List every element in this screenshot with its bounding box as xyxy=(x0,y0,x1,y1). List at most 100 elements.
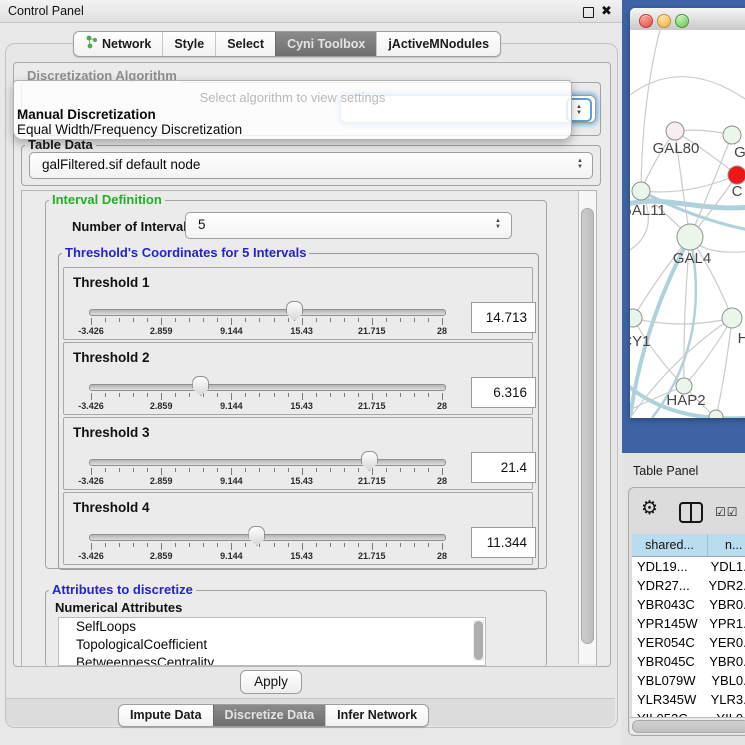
slider-tick xyxy=(133,318,134,322)
slider-tick-label: 21.715 xyxy=(358,401,386,411)
scrollbar-thumb[interactable] xyxy=(632,720,745,733)
table-row[interactable]: YDL19...YDL1... xyxy=(632,557,745,576)
slider-tick-label: 2.859 xyxy=(150,476,173,486)
scrollbar-thumb[interactable] xyxy=(474,621,483,660)
right-region: GAL80GACGAL11GAL4GCY1HAHAP2 Table Panel … xyxy=(622,0,745,745)
table-row[interactable]: YIL052CYIL0... xyxy=(632,709,745,717)
slider-tick xyxy=(189,318,190,322)
network-node[interactable] xyxy=(666,122,684,140)
threshold-value-field[interactable]: 6.316 xyxy=(471,377,536,408)
slider-thumb[interactable] xyxy=(286,301,303,321)
threshold-value-field[interactable]: 14.713 xyxy=(471,302,536,333)
checkbox-icons[interactable]: ☑☑ xyxy=(715,505,739,519)
slider-thumb[interactable] xyxy=(248,526,265,546)
slider-tick xyxy=(175,393,176,397)
slider-tick xyxy=(203,543,204,547)
threshold-value-field[interactable]: 11.344 xyxy=(471,527,536,558)
slider-thumb[interactable] xyxy=(192,376,209,396)
table-data-combobox[interactable]: galFiltered.sif default node ▲▼ xyxy=(29,152,593,179)
node-table: shared... n... YDL19...YDL1...YDR27...YD… xyxy=(632,534,745,717)
slider-tick xyxy=(414,393,415,397)
table-row[interactable]: YLR345WYLR3... xyxy=(632,690,745,709)
tab-style[interactable]: Style xyxy=(162,32,215,56)
slider-tick xyxy=(119,543,120,547)
network-window-titlebar[interactable] xyxy=(630,8,745,31)
slider-tick xyxy=(372,543,373,550)
slider-track[interactable] xyxy=(89,534,446,541)
tab-cyni-toolbox[interactable]: Cyni Toolbox xyxy=(275,32,376,56)
slider-tick-label: 28 xyxy=(437,551,447,561)
table-row[interactable]: YER054CYER0... xyxy=(632,633,745,652)
network-canvas[interactable]: GAL80GACGAL11GAL4GCY1HAHAP2 xyxy=(630,30,745,418)
slider-track[interactable] xyxy=(89,384,446,391)
table-row[interactable]: YPR145WYPR1... xyxy=(632,614,745,633)
slider-tick xyxy=(175,468,176,472)
list-vertical-scrollbar[interactable] xyxy=(473,620,484,661)
apply-button[interactable]: Apply xyxy=(240,670,302,694)
tab-discretize-data[interactable]: Discretize Data xyxy=(213,705,326,726)
cell-shared-name: YIL052C xyxy=(632,709,707,717)
slider-track[interactable] xyxy=(89,459,446,466)
network-node[interactable] xyxy=(722,308,742,328)
numerical-attributes-list[interactable]: SelfLoopsTopologicalCoefficientBetweenne… xyxy=(58,617,486,666)
slider-tick xyxy=(330,543,331,547)
slider-tick xyxy=(316,393,317,397)
settings-vertical-scrollbar[interactable] xyxy=(578,191,596,664)
tab-impute-data[interactable]: Impute Data xyxy=(119,705,213,726)
cell-name: YDL1... xyxy=(702,557,745,576)
close-icon[interactable]: ✖ xyxy=(601,3,612,19)
attribute-list-item[interactable]: BetweennessCentrality xyxy=(59,654,485,666)
network-node[interactable] xyxy=(677,224,703,250)
slider-tick xyxy=(344,543,345,547)
zoom-traffic-light-icon[interactable] xyxy=(675,14,689,28)
network-node-label: GAL80 xyxy=(653,140,700,157)
slider-tick-label: 15.43 xyxy=(290,476,313,486)
float-window-icon[interactable] xyxy=(583,7,594,18)
table-row[interactable]: YDR27...YDR2... xyxy=(632,576,745,595)
slider-tick xyxy=(414,468,415,472)
popup-item-manual-discretization[interactable]: Manual Discretization xyxy=(17,107,568,122)
top-tab-bar: NetworkStyleSelectCyni ToolboxjActiveMNo… xyxy=(73,31,501,57)
network-view-window[interactable]: GAL80GACGAL11GAL4GCY1HAHAP2 xyxy=(630,8,745,418)
tab-infer-network[interactable]: Infer Network xyxy=(325,705,428,726)
slider-track[interactable] xyxy=(89,309,446,316)
popup-item-equal-width-frequency[interactable]: Equal Width/Frequency Discretization xyxy=(17,122,568,137)
network-node[interactable] xyxy=(630,309,642,327)
number-of-intervals-combobox[interactable]: 5 ▲▼ xyxy=(185,212,512,239)
split-table-icon[interactable] xyxy=(679,502,703,523)
attribute-list-item[interactable]: TopologicalCoefficient xyxy=(59,636,485,654)
slider-tick xyxy=(133,393,134,397)
tab-network[interactable]: Network xyxy=(74,32,162,56)
table-row[interactable]: YBR045CYBR0... xyxy=(632,652,745,671)
slider-tick xyxy=(386,393,387,397)
table-horizontal-scrollbar[interactable] xyxy=(630,717,745,734)
table-row[interactable]: YBR043CYBR0... xyxy=(632,595,745,614)
slider-tick xyxy=(372,468,373,475)
threshold-value-field[interactable]: 21.4 xyxy=(471,452,536,483)
slider-tick xyxy=(105,318,106,322)
network-node[interactable] xyxy=(728,166,745,184)
slider-tick-label: -3.426 xyxy=(78,551,104,561)
minimize-traffic-light-icon[interactable] xyxy=(657,14,671,28)
slider-tick-label: 9.144 xyxy=(220,401,243,411)
slider-thumb[interactable] xyxy=(361,451,378,471)
network-node[interactable] xyxy=(632,182,650,200)
tab-select[interactable]: Select xyxy=(215,32,275,56)
network-node[interactable] xyxy=(723,126,741,144)
column-header-shared-name[interactable]: shared... xyxy=(632,534,708,556)
tab-jactivemnodules[interactable]: jActiveMNodules xyxy=(376,32,500,56)
slider-tick xyxy=(231,393,232,400)
gear-icon[interactable]: ⚙ xyxy=(641,497,658,520)
threshold-panel-1: Threshold 1-3.4262.8599.14415.4321.71528… xyxy=(63,267,533,340)
network-node[interactable] xyxy=(709,410,723,418)
close-traffic-light-icon[interactable] xyxy=(639,14,653,28)
slider-tick-label: 21.715 xyxy=(358,326,386,336)
column-header-name[interactable]: n... xyxy=(708,534,745,556)
slider-tick xyxy=(161,543,162,550)
cell-shared-name: YBR045C xyxy=(632,652,700,671)
attribute-list-item[interactable]: SelfLoops xyxy=(59,618,485,636)
table-row[interactable]: YBL079WYBL0... xyxy=(632,671,745,690)
combo-stepper-icon: ▲▼ xyxy=(495,218,501,230)
slider-tick xyxy=(245,543,246,547)
scrollbar-thumb[interactable] xyxy=(581,208,594,644)
